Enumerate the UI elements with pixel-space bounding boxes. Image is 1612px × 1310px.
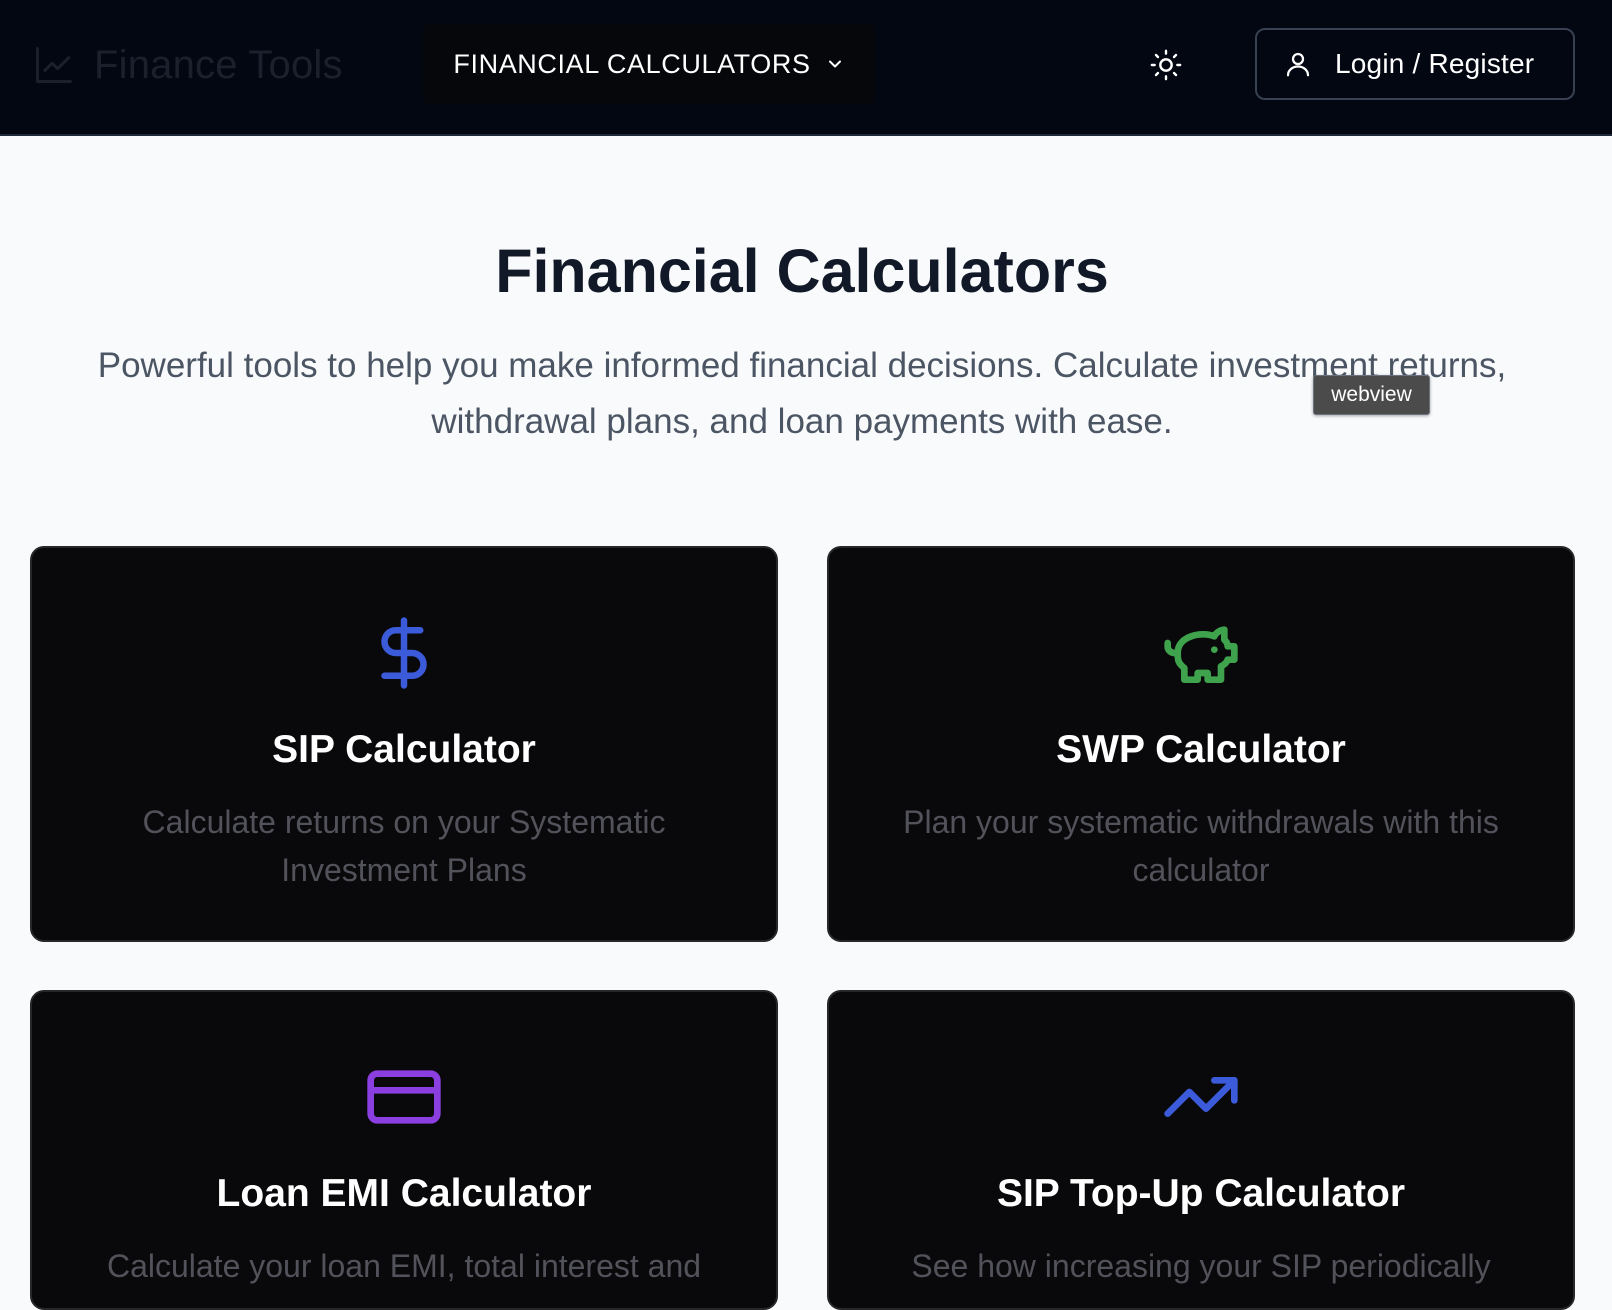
sip-calculator-card[interactable]: SIP Calculator Calculate returns on your…: [30, 546, 778, 942]
card-title: SIP Calculator: [272, 728, 536, 771]
login-register-button[interactable]: Login / Register: [1255, 28, 1575, 100]
brand-link[interactable]: Finance Tools: [32, 40, 343, 90]
card-icon-wrapper: [32, 1058, 776, 1136]
chevron-down-icon: [828, 60, 841, 68]
card-description: See how increasing your SIP periodically: [911, 1248, 1491, 1284]
top-navbar: Finance Tools FINANCIAL CALCULATORS Logi…: [0, 0, 1612, 136]
brand-name: Finance Tools: [94, 42, 343, 87]
sun-icon: [1150, 49, 1182, 81]
card-description: Calculate returns on your Systematic Inv…: [142, 804, 666, 888]
page-title: Financial Calculators: [495, 237, 1109, 305]
dropdown-label: FINANCIAL CALCULATORS: [453, 48, 811, 79]
card-icon-wrapper: [829, 1058, 1573, 1136]
piggy-bank-icon: [1164, 626, 1238, 683]
card-title: Loan EMI Calculator: [216, 1172, 592, 1215]
card-icon-wrapper: [829, 614, 1573, 692]
chart-line-icon: [36, 47, 72, 83]
user-icon: [1286, 52, 1310, 77]
loan-emi-calculator-card[interactable]: Loan EMI Calculator Calculate your loan …: [30, 990, 778, 1310]
dollar-sign-icon: [381, 617, 427, 689]
credit-card-icon: [367, 1070, 441, 1124]
theme-toggle-button[interactable]: [1143, 42, 1189, 88]
financial-calculators-dropdown[interactable]: FINANCIAL CALCULATORS: [423, 24, 875, 104]
card-description: Calculate your loan EMI, total interest …: [106, 1248, 702, 1284]
card-icon-wrapper: [32, 614, 776, 692]
card-description: Plan your systematic withdrawals with th…: [903, 804, 1499, 888]
trending-up-icon: [1164, 1077, 1238, 1117]
card-title: SWP Calculator: [1056, 728, 1346, 771]
card-title: SIP Top-Up Calculator: [996, 1172, 1406, 1215]
webview-tooltip: webview: [1313, 375, 1430, 415]
swp-calculator-card[interactable]: SWP Calculator Plan your systematic with…: [827, 546, 1575, 942]
login-register-label: Login / Register: [1335, 48, 1535, 79]
sip-top-up-calculator-card[interactable]: SIP Top-Up Calculator See how increasing…: [827, 990, 1575, 1310]
